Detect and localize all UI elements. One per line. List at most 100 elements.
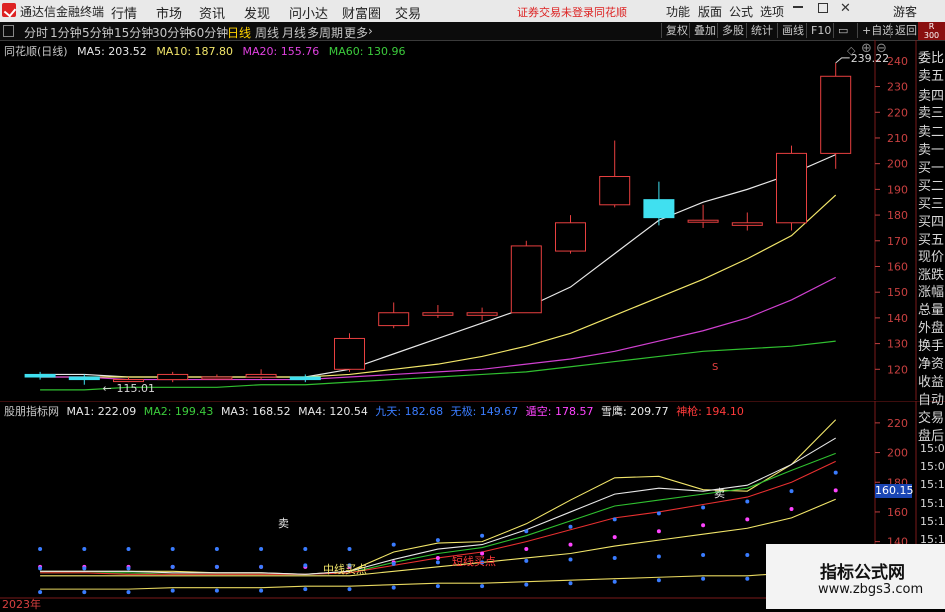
side-label[interactable]: 收益: [918, 371, 944, 390]
menu-item-news[interactable]: 资讯: [199, 3, 225, 22]
minimize-icon[interactable]: [793, 6, 803, 8]
signal-dot: [170, 547, 175, 552]
menu-item-trade[interactable]: 交易: [395, 3, 421, 22]
more-chevron-icon[interactable]: ›: [368, 24, 373, 38]
menu-layout[interactable]: 版面: [698, 3, 722, 20]
side-label[interactable]: 买三: [918, 193, 944, 212]
period-tab-5min[interactable]: 5分钟: [82, 24, 114, 41]
maximize-icon[interactable]: [818, 3, 828, 13]
side-label[interactable]: 买四: [918, 211, 944, 230]
legend-ma20: MA20: 155.76: [242, 45, 320, 58]
signal-dot: [612, 579, 617, 584]
menu-item-wealth[interactable]: 财富圈: [342, 3, 381, 22]
signal-dot: [612, 555, 617, 560]
signal-dot: [524, 558, 529, 563]
signal-dot: [701, 523, 706, 528]
panel-toggle-icon[interactable]: [3, 25, 14, 37]
indicator-legend: 股朋指标网 MA1: 222.09 MA2: 199.43 MA3: 168.5…: [4, 403, 744, 419]
main-legend-title: 同花顺(日线): [4, 45, 68, 58]
signal-dot: [38, 547, 43, 552]
side-label[interactable]: 委比: [918, 47, 944, 66]
signal-dot: [524, 582, 529, 587]
side-label[interactable]: 自动: [918, 389, 944, 408]
period-tab-weekly[interactable]: 周线: [255, 24, 279, 41]
side-label[interactable]: 买二: [918, 175, 944, 194]
side-time: 15:07: [920, 460, 945, 473]
signal-dot: [259, 564, 264, 569]
signal-dot: [126, 590, 131, 595]
login-notice[interactable]: 证券交易未登录: [517, 4, 594, 20]
side-label[interactable]: 总量: [918, 299, 944, 318]
add-watchlist-button[interactable]: +自选: [857, 23, 893, 38]
app-title: 通达信金融终端: [20, 5, 105, 19]
adjust-button[interactable]: 复权: [661, 23, 688, 38]
signal-dot: [524, 547, 529, 552]
watermark: 指标公式网 www.zbgs3.com: [766, 544, 945, 609]
side-time: 15:12: [920, 497, 945, 510]
menu-function[interactable]: 功能: [666, 3, 690, 20]
menu-formula[interactable]: 公式: [729, 3, 753, 20]
legend-ma2: MA2: 199.43: [143, 405, 214, 418]
buy-signal-shortterm: 短线买点: [452, 554, 496, 568]
signal-dot: [612, 535, 617, 540]
period-tab-more[interactable]: 更多: [344, 24, 368, 41]
side-label[interactable]: 外盘: [918, 317, 944, 336]
menu-item-market[interactable]: 行情: [111, 3, 137, 22]
bookmark-icon[interactable]: ▭: [833, 23, 848, 38]
side-label[interactable]: 卖三: [918, 102, 944, 121]
main-candlestick-panel[interactable]: 120 130 140 150 160 170 180 190 200 210 220 230 240 2…: [0, 40, 945, 400]
side-label[interactable]: 净资: [918, 353, 944, 372]
signal-dot: [259, 588, 264, 593]
candle-body: [820, 75, 852, 154]
signal-dot: [701, 552, 706, 557]
signal-dot: [656, 511, 661, 516]
period-tab-60min[interactable]: 60分钟: [189, 24, 228, 41]
menu-item-markets[interactable]: 市场: [156, 3, 182, 22]
zoom-in-icon[interactable]: ⊕: [861, 41, 872, 56]
legend-ma4: MA4: 120.54: [298, 405, 368, 418]
y-tick-label: 160: [887, 506, 908, 519]
settings-diamond-icon[interactable]: ◇: [847, 44, 855, 57]
overlay-button[interactable]: 叠加: [689, 23, 716, 38]
guest-label[interactable]: 游客: [893, 3, 917, 20]
period-tab-multi[interactable]: 多周期: [307, 24, 343, 41]
period-tab-monthly[interactable]: 月线: [282, 24, 306, 41]
main-chart-svg[interactable]: 1201301401501601701801902002102202302402…: [0, 40, 945, 400]
signal-dot: [38, 590, 43, 595]
side-time: 15:14: [920, 515, 945, 528]
side-label[interactable]: 涨幅: [918, 281, 944, 300]
low-annotation-value: 115.01: [117, 382, 156, 395]
back-button[interactable]: 返回: [890, 23, 917, 38]
side-label[interactable]: 现价: [918, 246, 944, 265]
period-tab-30min[interactable]: 30分钟: [152, 24, 191, 41]
candle-body: [245, 373, 277, 378]
period-tab-15min[interactable]: 15分钟: [114, 24, 153, 41]
period-tab-intraday[interactable]: 分时: [24, 24, 48, 41]
signal-dot: [126, 566, 131, 571]
side-label[interactable]: 卖二: [918, 121, 944, 140]
legend-ma10: MA10: 187.80: [156, 45, 234, 58]
draw-line-button[interactable]: 画线: [777, 23, 804, 38]
signal-dot: [303, 587, 308, 592]
period-tab-daily[interactable]: 日线: [227, 24, 251, 41]
menu-item-discover[interactable]: 发现: [244, 3, 270, 22]
watermark-url: www.zbgs3.com: [818, 582, 924, 597]
side-label[interactable]: 买一: [918, 157, 944, 176]
side-label[interactable]: 卖一: [918, 139, 944, 158]
y-tick-label: 220: [887, 417, 908, 430]
multi-stock-button[interactable]: 多股: [717, 23, 744, 38]
f10-button[interactable]: F10: [806, 23, 831, 38]
side-label[interactable]: 换手: [918, 335, 944, 354]
high-annotation-pointer: [835, 57, 850, 64]
side-label[interactable]: 卖五: [918, 65, 944, 84]
close-icon[interactable]: ✕: [840, 1, 851, 16]
legend-xueying: 雪鹰: 209.77: [600, 405, 669, 418]
period-tab-1min[interactable]: 1分钟: [50, 24, 82, 41]
zoom-out-icon[interactable]: ⊖: [876, 41, 887, 56]
candle-body: [687, 219, 719, 223]
signal-dot: [259, 547, 264, 552]
menu-options[interactable]: 选项: [760, 3, 784, 20]
menu-item-ask[interactable]: 问小达: [289, 3, 328, 22]
side-label[interactable]: 交易: [918, 407, 944, 426]
stats-button[interactable]: 统计: [746, 23, 773, 38]
